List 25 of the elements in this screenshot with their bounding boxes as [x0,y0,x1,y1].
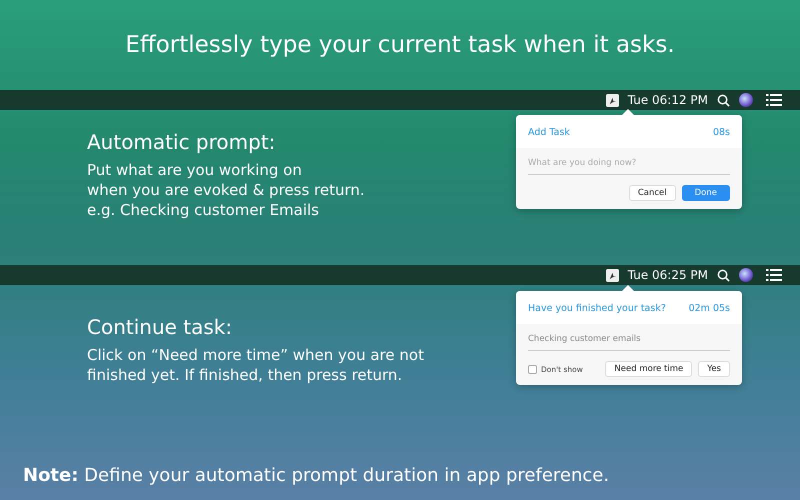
headline: Effortlessly type your current task when it asks. [125,32,675,58]
dialog-button[interactable]: Yes [698,361,730,377]
dialog-button[interactable]: Need more time [605,361,692,377]
section-description: Click on “Need more time” when you are not finished yet. If finished, then press return. [87,345,425,385]
circle-icon[interactable] [739,93,753,107]
search-icon[interactable] [717,268,730,282]
menu-bar-clock[interactable]: Tue 06:12 PM [628,93,708,107]
app-icon[interactable] [606,94,619,106]
menu-bar-clock[interactable]: Tue 06:25 PM [628,268,708,282]
popover-title: Have you finished your task? [528,303,666,314]
note-text: Note: Define your automatic prompt duration in app preference. [23,464,610,486]
menu-icon[interactable] [766,94,782,106]
checkbox[interactable] [528,364,537,374]
task-input-field[interactable]: What are you doing now? [528,154,730,175]
menu-icon[interactable] [766,269,782,281]
app-icon[interactable] [606,268,619,282]
search-icon[interactable] [717,94,730,106]
section-heading: Continue task: [87,315,234,339]
section-description: Put what are you working on when you are evoked & press return. e.g. Checking customer Emails [87,160,366,220]
timer: 08s [712,127,730,138]
dialog-button[interactable]: Cancel [628,185,676,201]
circle-icon[interactable] [739,268,753,282]
popover-title: Add Task [528,127,570,138]
section-heading: Automatic prompt: [87,130,276,154]
timer: 02m 05s [688,303,730,314]
